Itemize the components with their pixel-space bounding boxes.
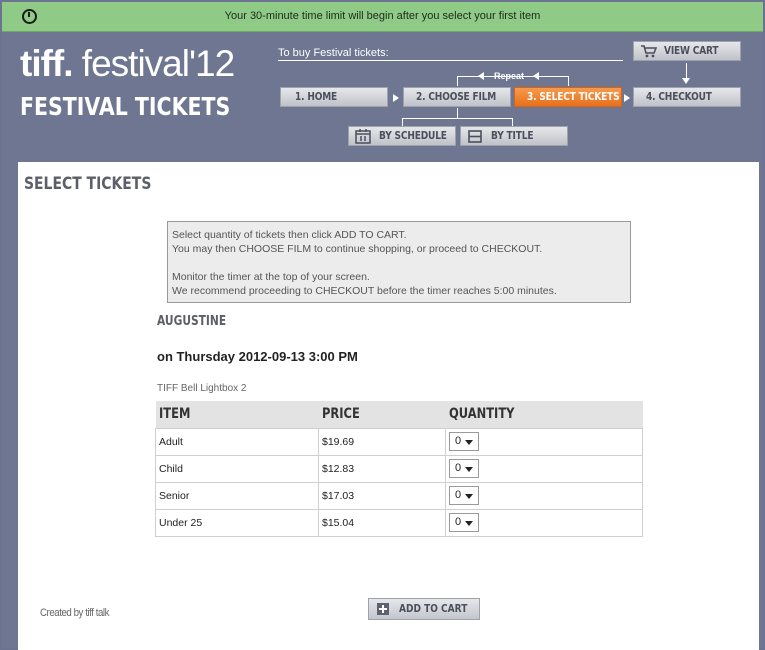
showtime: on Thursday 2012-09-13 3:00 PM — [157, 349, 358, 364]
add-to-cart-button[interactable]: ADD TO CART — [368, 598, 480, 620]
view-cart-label: VIEW CART — [664, 44, 719, 57]
logo-festival: festival'12 — [72, 43, 235, 84]
table-row: Adult $19.69 0 — [155, 427, 643, 456]
sub-connector-line — [457, 108, 458, 118]
repeat-arrow-right-icon — [533, 72, 539, 80]
notice-line: Select quantity of tickets then click AD… — [172, 229, 407, 241]
film-title: AUGUSTINE — [157, 314, 227, 329]
ticket-price: $17.03 — [318, 481, 446, 510]
repeat-arrow-left-icon — [478, 72, 484, 80]
quantity-cell: 0 — [445, 454, 643, 483]
quantity-cell: 0 — [445, 481, 643, 510]
quantity-select[interactable]: 0 — [449, 459, 479, 478]
down-arrow-icon — [682, 78, 690, 84]
timer-bar: Your 30-minute time limit will begin aft… — [2, 2, 763, 32]
ticket-type: Under 25 — [155, 508, 319, 537]
quantity-cell: 0 — [445, 508, 643, 537]
festival-logo[interactable]: tiff. festival'12 FESTIVAL TICKETS — [20, 43, 276, 122]
notice-line: You may then CHOOSE FILM to continue sho… — [172, 243, 543, 255]
ticket-type: Senior — [155, 481, 319, 510]
instructions-box: Select quantity of tickets then click AD… — [167, 221, 631, 303]
cart-icon — [641, 45, 657, 58]
step-select-tickets-button[interactable]: 3. SELECT TICKETS — [514, 87, 622, 107]
repeat-label: Repeat — [494, 71, 525, 81]
connector-line — [686, 63, 687, 79]
quantity-cell: 0 — [445, 427, 643, 456]
header: tiff. festival'12 FESTIVAL TICKETS To bu… — [2, 33, 763, 161]
by-title-button[interactable]: BY TITLE — [460, 126, 568, 146]
step-choose-film-label: 2. CHOOSE FILM — [416, 90, 497, 103]
by-title-label: BY TITLE — [491, 129, 534, 142]
calendar-icon — [355, 129, 371, 144]
page-title: SELECT TICKETS — [24, 174, 152, 194]
ticket-price: $15.04 — [318, 508, 446, 537]
notice-line: We recommend proceeding to CHECKOUT befo… — [172, 285, 557, 297]
step-checkout-label: 4. CHECKOUT — [646, 90, 712, 103]
table-row: Senior $17.03 0 — [155, 481, 643, 510]
sub-connector-r-line — [512, 118, 513, 126]
quantity-select[interactable]: 0 — [449, 513, 479, 532]
by-schedule-label: BY SCHEDULE — [379, 129, 447, 142]
timer-message: Your 30-minute time limit will begin aft… — [224, 10, 541, 22]
step-select-tickets-label: 3. SELECT TICKETS — [527, 90, 620, 103]
add-to-cart-label: ADD TO CART — [399, 602, 468, 615]
notice-line: Monitor the timer at the top of your scr… — [172, 271, 370, 283]
column-header: QUANTITY — [445, 401, 643, 428]
repeat-line-left — [457, 76, 458, 86]
credit-text: Created by tiff talk — [40, 607, 110, 619]
repeat-line-right — [568, 76, 569, 86]
buy-label: To buy Festival tickets: — [278, 47, 623, 61]
venue: TIFF Bell Lightbox 2 — [157, 383, 247, 394]
ticket-price: $12.83 — [318, 454, 446, 483]
column-header: ITEM — [155, 401, 319, 428]
table-row: Child $12.83 0 — [155, 454, 643, 483]
table-row: Under 25 $15.04 0 — [155, 508, 643, 537]
column-header: PRICE — [318, 401, 446, 428]
step-arrow-icon — [624, 94, 630, 102]
step-home-button[interactable]: 1. HOME — [280, 87, 388, 107]
by-schedule-button[interactable]: BY SCHEDULE — [348, 126, 456, 146]
plus-icon — [377, 603, 389, 615]
step-arrow-icon — [393, 94, 399, 102]
logo-tiff: tiff. — [20, 43, 74, 84]
site-subtitle: FESTIVAL TICKETS — [20, 92, 231, 121]
main-panel: SELECT TICKETS Select quantity of ticket… — [18, 162, 759, 650]
view-cart-button[interactable]: VIEW CART — [633, 41, 741, 61]
ticket-type: Child — [155, 454, 319, 483]
step-choose-film-button[interactable]: 2. CHOOSE FILM — [403, 87, 511, 107]
quantity-select[interactable]: 0 — [449, 432, 479, 451]
quantity-select[interactable]: 0 — [449, 486, 479, 505]
sub-connector-l-line — [402, 118, 403, 126]
film-icon — [468, 130, 482, 143]
table-header-row: ITEM PRICE QUANTITY — [155, 401, 643, 428]
step-home-label: 1. HOME — [295, 90, 338, 103]
ticket-price: $19.69 — [318, 427, 446, 456]
page-frame: Your 30-minute time limit will begin aft… — [0, 0, 765, 650]
step-checkout-button[interactable]: 4. CHECKOUT — [633, 87, 741, 107]
ticket-table: ITEM PRICE QUANTITY Adult $19.69 0 Child… — [155, 401, 643, 537]
ticket-type: Adult — [155, 427, 319, 456]
sub-connector-h-line — [402, 118, 513, 119]
